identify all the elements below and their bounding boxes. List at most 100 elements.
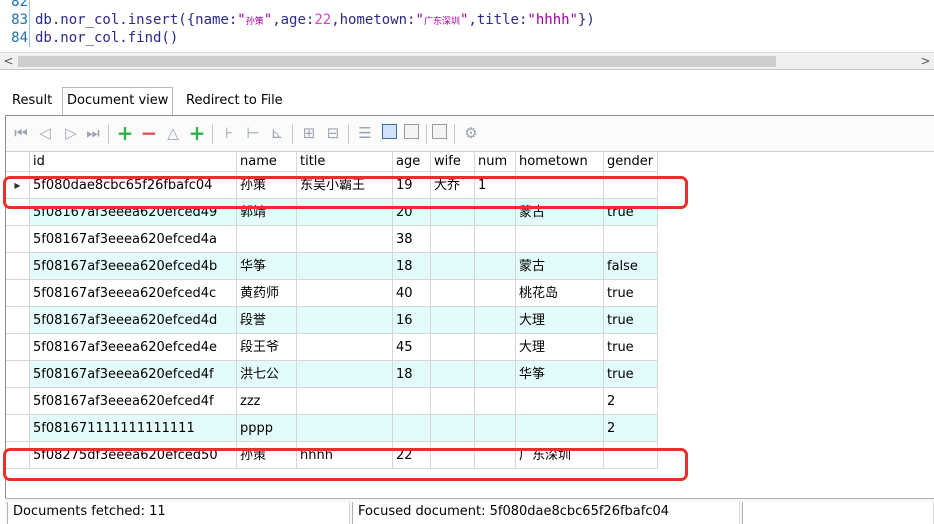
cell-wife[interactable]: 大乔 [431,172,475,198]
cell-hometown[interactable]: 蒙古 [516,199,604,225]
column-header-gender[interactable]: gender [604,152,658,171]
scroll-left-icon[interactable]: < [0,53,17,69]
cell-age[interactable] [393,388,431,414]
cell-id[interactable]: 5f08167af3eeea620efced4e [30,334,237,360]
cell-num[interactable]: 1 [475,172,516,198]
cell-num[interactable] [475,280,516,306]
tab-result[interactable]: Result [8,90,56,114]
cell-wife[interactable] [431,361,475,387]
cell-wife[interactable] [431,334,475,360]
table-row[interactable]: ▶ 5f080dae8cbc65f26fbafc04 孙策 东吴小霸王 19 大乔 1 [6,172,658,199]
remove-field-icon[interactable]: ⊢ [242,122,264,144]
column-header-name[interactable]: name [237,152,297,171]
column-header-id[interactable]: id [30,152,237,171]
row-indicator[interactable] [6,226,30,252]
cell-id[interactable]: 5f08167af3eeea620efced4a [30,226,237,252]
cell-hometown[interactable] [516,172,604,198]
add-field-icon[interactable]: + [186,122,208,144]
scrollbar-thumb[interactable] [18,56,776,67]
table-row[interactable]: 5f08275df3eeea620efced50 孙策 hhhh 22 广东深圳 [6,442,658,469]
cell-age[interactable]: 22 [393,442,431,468]
column-header-hometown[interactable]: hometown [516,152,604,171]
cell-title[interactable]: hhhh [297,442,393,468]
cell-hometown[interactable] [516,388,604,414]
cell-id[interactable]: 5f08167af3eeea620efced4f [30,361,237,387]
cell-gender[interactable]: true [604,280,658,306]
cell-num[interactable] [475,415,516,441]
cell-hometown[interactable]: 华筝 [516,361,604,387]
cell-wife[interactable] [431,226,475,252]
text-view-icon[interactable]: ☰ [354,122,376,144]
cell-gender[interactable] [604,226,658,252]
cell-title[interactable] [297,307,393,333]
code-editor[interactable]: 82 83 db.nor_col.insert({name:"孙策",age:22,… [0,0,934,70]
last-record-icon[interactable]: ⏭ [82,122,104,144]
cell-gender[interactable] [604,442,658,468]
cell-name[interactable]: 孙策 [237,172,297,198]
row-indicator[interactable] [6,253,30,279]
collapse-icon[interactable]: ⊟ [322,122,344,144]
column-header-num[interactable]: num [475,152,516,171]
cell-num[interactable] [475,334,516,360]
cell-gender[interactable]: true [604,199,658,225]
cell-id[interactable]: 5f08275df3eeea620efced50 [30,442,237,468]
row-indicator[interactable] [6,415,30,441]
row-indicator[interactable]: ▶ [6,172,30,198]
cell-num[interactable] [475,442,516,468]
cell-gender[interactable]: true [604,307,658,333]
cell-age[interactable]: 20 [393,199,431,225]
cell-title[interactable] [297,253,393,279]
cell-name[interactable]: 郭靖 [237,199,297,225]
cell-name[interactable] [237,226,297,252]
cell-title[interactable] [297,334,393,360]
cell-age[interactable]: 38 [393,226,431,252]
cell-hometown[interactable]: 大理 [516,307,604,333]
row-indicator[interactable] [6,388,30,414]
cell-id[interactable]: 5f08167af3eeea620efced4f [30,388,237,414]
cell-num[interactable] [475,226,516,252]
cell-wife[interactable] [431,280,475,306]
table-row[interactable]: 5f08167af3eeea620efced4d 段誉 16 大理 true [6,307,658,334]
cell-title[interactable] [297,388,393,414]
cell-hometown[interactable]: 桃花岛 [516,280,604,306]
cell-title[interactable] [297,361,393,387]
cell-title[interactable]: 东吴小霸王 [297,172,393,198]
cell-wife[interactable] [431,253,475,279]
code-line[interactable]: 84 db.nor_col.find() [0,29,934,47]
cell-id[interactable]: 5f080dae8cbc65f26fbafc04 [30,172,237,198]
cell-wife[interactable] [431,415,475,441]
export-icon[interactable] [432,124,447,139]
first-record-icon[interactable]: ⏮ [10,122,32,144]
tab-document-view[interactable]: Document view [62,87,174,115]
edit-up-icon[interactable]: △ [162,122,184,144]
cell-hometown[interactable]: 广东深圳 [516,442,604,468]
cell-num[interactable] [475,253,516,279]
cell-age[interactable]: 40 [393,280,431,306]
cell-wife[interactable] [431,307,475,333]
column-header-wife[interactable]: wife [431,152,475,171]
cell-name[interactable]: zzz [237,388,297,414]
cell-num[interactable] [475,307,516,333]
cell-name[interactable]: 孙策 [237,442,297,468]
cell-gender[interactable] [604,172,658,198]
table-row[interactable]: 5f08167af3eeea620efced4f zzz 2 [6,388,658,415]
code-line[interactable]: 82 [0,0,934,11]
tab-redirect-to-file[interactable]: Redirect to File [182,90,287,114]
cell-title[interactable] [297,415,393,441]
edit-field-icon[interactable]: ⊾ [266,122,288,144]
cell-id[interactable]: 5f08167af3eeea620efced4b [30,253,237,279]
table-row[interactable]: 5f08167af3eeea620efced4b 华筝 18 蒙古 false [6,253,658,280]
cell-gender[interactable]: true [604,334,658,360]
cell-hometown[interactable] [516,415,604,441]
table-row[interactable]: 5f08167af3eeea620efced4e 段王爷 45 大理 true [6,334,658,361]
cell-title[interactable] [297,280,393,306]
form-view-icon[interactable] [404,124,419,139]
cell-name[interactable]: 段王爷 [237,334,297,360]
row-indicator[interactable] [6,199,30,225]
cell-age[interactable]: 19 [393,172,431,198]
table-row[interactable]: 5f081671111111111111 pppp 2 [6,415,658,442]
row-indicator[interactable] [6,280,30,306]
cell-age[interactable] [393,415,431,441]
cell-id[interactable]: 5f08167af3eeea620efced4c [30,280,237,306]
table-row[interactable]: 5f08167af3eeea620efced4a 38 [6,226,658,253]
